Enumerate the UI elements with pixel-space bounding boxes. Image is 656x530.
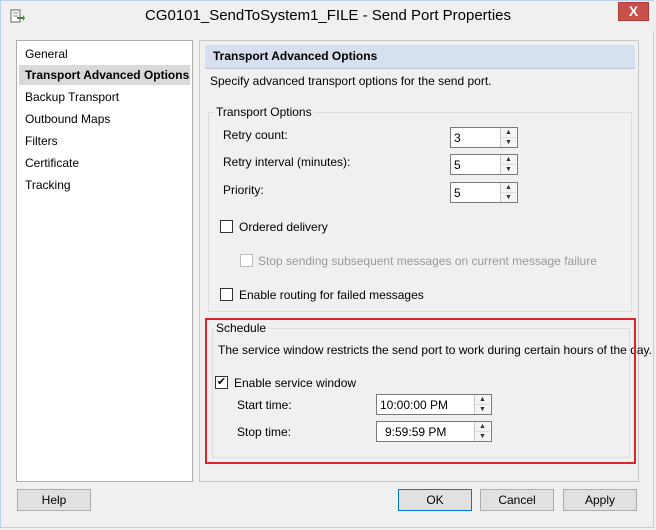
title-bar: CG0101_SendToSystem1_FILE - Send Port Pr… bbox=[1, 1, 655, 31]
retry-interval-stepper[interactable]: 5 ▲ ▼ bbox=[450, 154, 518, 175]
decrement-icon[interactable]: ▼ bbox=[501, 138, 516, 147]
stepper-buttons: ▲ ▼ bbox=[500, 183, 517, 202]
priority-label: Priority: bbox=[223, 183, 264, 197]
retry-count-stepper[interactable]: 3 ▲ ▼ bbox=[450, 127, 518, 148]
increment-icon[interactable]: ▲ bbox=[501, 155, 516, 165]
retry-count-value: 3 bbox=[454, 131, 461, 145]
nav-pane: General Transport Advanced Options Backu… bbox=[16, 40, 193, 482]
nav-item-tracking[interactable]: Tracking bbox=[19, 175, 190, 195]
nav-item-general[interactable]: General bbox=[19, 44, 190, 64]
stepper-buttons: ▲ ▼ bbox=[500, 155, 517, 174]
help-button[interactable]: Help bbox=[17, 489, 91, 511]
apply-button[interactable]: Apply bbox=[563, 489, 637, 511]
increment-icon[interactable]: ▲ bbox=[501, 128, 516, 138]
ordered-delivery-label: Ordered delivery bbox=[239, 220, 328, 234]
nav-item-filters[interactable]: Filters bbox=[19, 131, 190, 151]
enable-routing-checkbox[interactable] bbox=[220, 288, 233, 301]
transport-options-group bbox=[208, 112, 632, 312]
retry-interval-label: Retry interval (minutes): bbox=[223, 155, 351, 169]
priority-value: 5 bbox=[454, 186, 461, 200]
nav-item-certificate[interactable]: Certificate bbox=[19, 153, 190, 173]
decrement-icon[interactable]: ▼ bbox=[501, 193, 516, 202]
section-description: Specify advanced transport options for t… bbox=[210, 74, 492, 88]
highlight-box bbox=[205, 318, 636, 464]
stepper-buttons: ▲ ▼ bbox=[500, 128, 517, 147]
decrement-icon[interactable]: ▼ bbox=[501, 165, 516, 174]
ok-button[interactable]: OK bbox=[398, 489, 472, 511]
ordered-delivery-checkbox[interactable] bbox=[220, 220, 233, 233]
stop-sending-label: Stop sending subsequent messages on curr… bbox=[258, 254, 597, 268]
nav-item-backup-transport[interactable]: Backup Transport bbox=[19, 87, 190, 107]
stop-sending-checkbox[interactable] bbox=[240, 254, 253, 267]
retry-count-label: Retry count: bbox=[223, 128, 288, 142]
enable-routing-label: Enable routing for failed messages bbox=[239, 288, 424, 302]
retry-interval-value: 5 bbox=[454, 158, 461, 172]
cancel-button[interactable]: Cancel bbox=[480, 489, 554, 511]
section-header: Transport Advanced Options bbox=[205, 45, 635, 69]
section-title: Transport Advanced Options bbox=[213, 49, 378, 63]
increment-icon[interactable]: ▲ bbox=[501, 183, 516, 193]
transport-options-title: Transport Options bbox=[214, 105, 314, 119]
nav-item-transport-advanced-options[interactable]: Transport Advanced Options bbox=[19, 65, 190, 85]
nav-item-outbound-maps[interactable]: Outbound Maps bbox=[19, 109, 190, 129]
priority-stepper[interactable]: 5 ▲ ▼ bbox=[450, 182, 518, 203]
close-button[interactable]: X bbox=[618, 2, 649, 21]
window-title: CG0101_SendToSystem1_FILE - Send Port Pr… bbox=[144, 7, 512, 24]
